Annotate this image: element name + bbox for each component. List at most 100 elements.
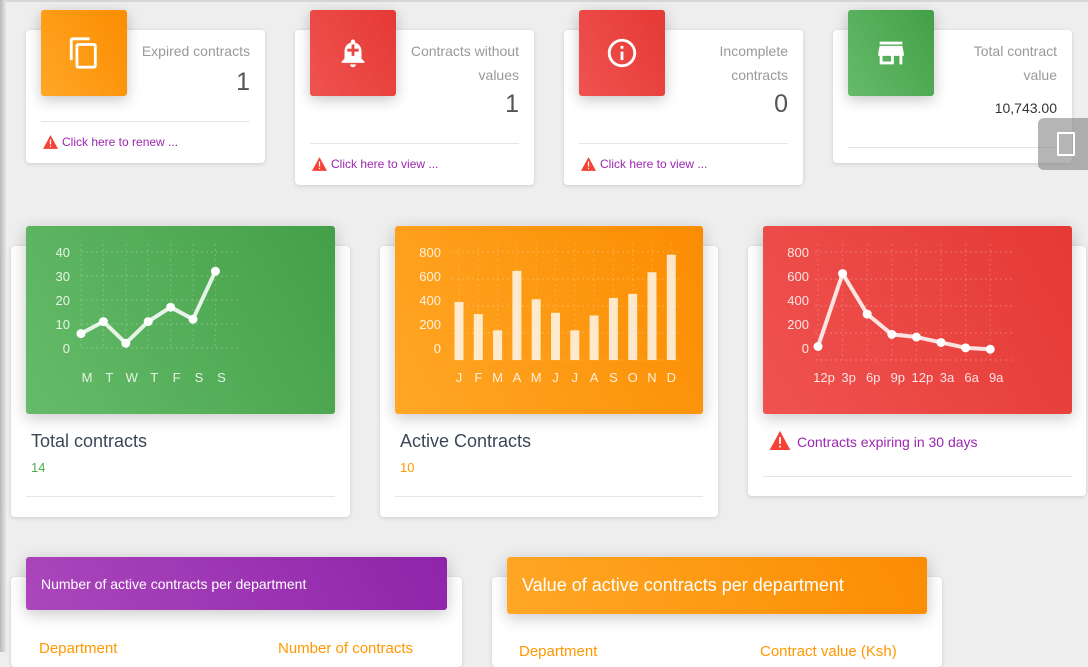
data-point <box>887 329 897 339</box>
x-tick-label: S <box>195 370 204 385</box>
x-tick-label: T <box>150 370 158 385</box>
data-point <box>911 332 921 342</box>
bar <box>493 330 503 360</box>
y-tick-label: 20 <box>56 293 70 308</box>
stat-label: Total contract value <box>973 43 1057 83</box>
expired-contracts-card: Expired contracts 1 Click here to renew … <box>26 10 265 163</box>
x-tick-label: M <box>82 370 93 385</box>
stat-value: 1 <box>236 68 250 96</box>
expiring-contracts-link[interactable]: Contracts expiring in 30 days <box>769 431 978 450</box>
series-line <box>80 270 218 346</box>
y-tick-label: 0 <box>63 341 70 356</box>
x-tick-label: W <box>126 370 139 385</box>
x-tick-label: J <box>572 370 579 385</box>
bell-plus-icon <box>310 10 396 96</box>
x-tick-label: 6p <box>866 370 880 385</box>
view-link[interactable]: Click here to view ... <box>581 157 707 171</box>
x-tick-label: 9p <box>891 370 905 385</box>
divider <box>579 143 788 144</box>
y-tick-label: 0 <box>434 341 441 356</box>
chart-title: Total contracts <box>31 431 148 451</box>
total-contracts-chart: 40 30 20 10 0 M T W T F S S <box>26 226 335 414</box>
y-tick-label: 200 <box>419 317 441 332</box>
x-tick-label: S <box>609 370 618 385</box>
bar <box>666 254 676 360</box>
y-tick-label: 0 <box>802 341 809 356</box>
x-tick-label: J <box>456 370 463 385</box>
x-tick-label: 12p <box>912 370 934 385</box>
x-tick-label: N <box>647 370 656 385</box>
warning-icon <box>769 431 791 450</box>
y-tick-label: 600 <box>419 269 441 284</box>
data-point <box>936 337 946 347</box>
y-tick-label: 400 <box>419 293 441 308</box>
bar <box>473 314 483 360</box>
data-point <box>76 329 86 339</box>
y-tick-label: 10 <box>56 317 70 332</box>
x-tick-label: A <box>513 370 522 385</box>
y-tick-label: 400 <box>787 293 809 308</box>
x-tick-label: M <box>531 370 542 385</box>
bar <box>454 301 464 360</box>
column-header-number[interactable]: Number of contracts <box>278 640 413 657</box>
x-tick-label: D <box>667 370 676 385</box>
bar <box>531 299 541 360</box>
window-left-edge <box>0 0 6 652</box>
bar <box>512 270 522 360</box>
bar <box>628 293 638 360</box>
table-header: Number of active contracts per departmen… <box>26 557 447 610</box>
x-tick-label: M <box>492 370 503 385</box>
bar <box>570 330 580 360</box>
y-tick-label: 40 <box>56 245 70 260</box>
table-title: Value of active contracts per department <box>522 575 844 595</box>
bar <box>647 272 657 360</box>
warning-icon <box>581 157 596 171</box>
y-tick-label: 800 <box>787 245 809 260</box>
active-contracts-chart: 800 600 400 200 0 J F M A M J J A S O N D <box>395 226 703 414</box>
table-header: Value of active contracts per department <box>507 557 927 614</box>
fixed-plugin-button[interactable] <box>1038 118 1088 170</box>
stat-value: 1 <box>505 90 519 118</box>
info-icon <box>579 10 665 96</box>
warning-icon <box>43 135 58 149</box>
column-header-department[interactable]: Department <box>39 640 117 657</box>
contracts-without-values-card: Contracts without values 1 Click here to… <box>295 10 534 185</box>
divider <box>395 496 703 497</box>
renew-link[interactable]: Click here to renew ... <box>43 135 178 149</box>
table-title: Number of active contracts per departmen… <box>41 575 307 592</box>
stat-label: Incomplete contracts <box>719 43 788 83</box>
expiring-contracts-chart: 800 600 400 200 0 12p 3p 6p 9p 12p 3a 6a 9a <box>763 226 1072 414</box>
x-tick-label: 9a <box>989 370 1004 385</box>
divider <box>310 143 519 144</box>
line-chart-svg: 403020100M T W T F S S <box>56 244 238 385</box>
data-point <box>143 317 153 327</box>
x-tick-label: 12p <box>813 370 835 385</box>
copy-icon <box>41 10 127 96</box>
chart-count: 10 <box>400 460 415 475</box>
footer-text: Click here to renew ... <box>62 135 179 149</box>
x-tick-label: A <box>590 370 599 385</box>
incomplete-contracts-card: Incomplete contracts 0 Click here to vie… <box>564 10 803 185</box>
store-icon <box>848 10 934 96</box>
y-tick-label: 200 <box>787 317 809 332</box>
x-tick-label: 3a <box>940 370 955 385</box>
x-tick-label: O <box>628 370 638 385</box>
bar <box>608 297 618 360</box>
view-link[interactable]: Click here to view ... <box>312 157 438 171</box>
footer-text: Contracts expiring in 30 days <box>797 434 978 450</box>
x-tick-label: J <box>552 370 559 385</box>
stat-value: 0 <box>774 90 788 118</box>
bar <box>551 312 560 360</box>
data-point <box>838 269 848 279</box>
stat-value: 10,743.00 <box>994 100 1057 116</box>
warning-icon <box>312 157 327 171</box>
stat-label: Contracts without values <box>410 43 519 83</box>
y-tick-label: 30 <box>56 269 70 284</box>
total-contract-value-card: Total contract value 10,743.00 <box>833 10 1072 163</box>
series-line <box>816 271 991 352</box>
x-tick-label: F <box>173 370 181 385</box>
data-point <box>813 342 823 351</box>
data-point <box>985 344 995 354</box>
y-tick-label: 800 <box>419 245 441 260</box>
divider <box>26 496 335 497</box>
